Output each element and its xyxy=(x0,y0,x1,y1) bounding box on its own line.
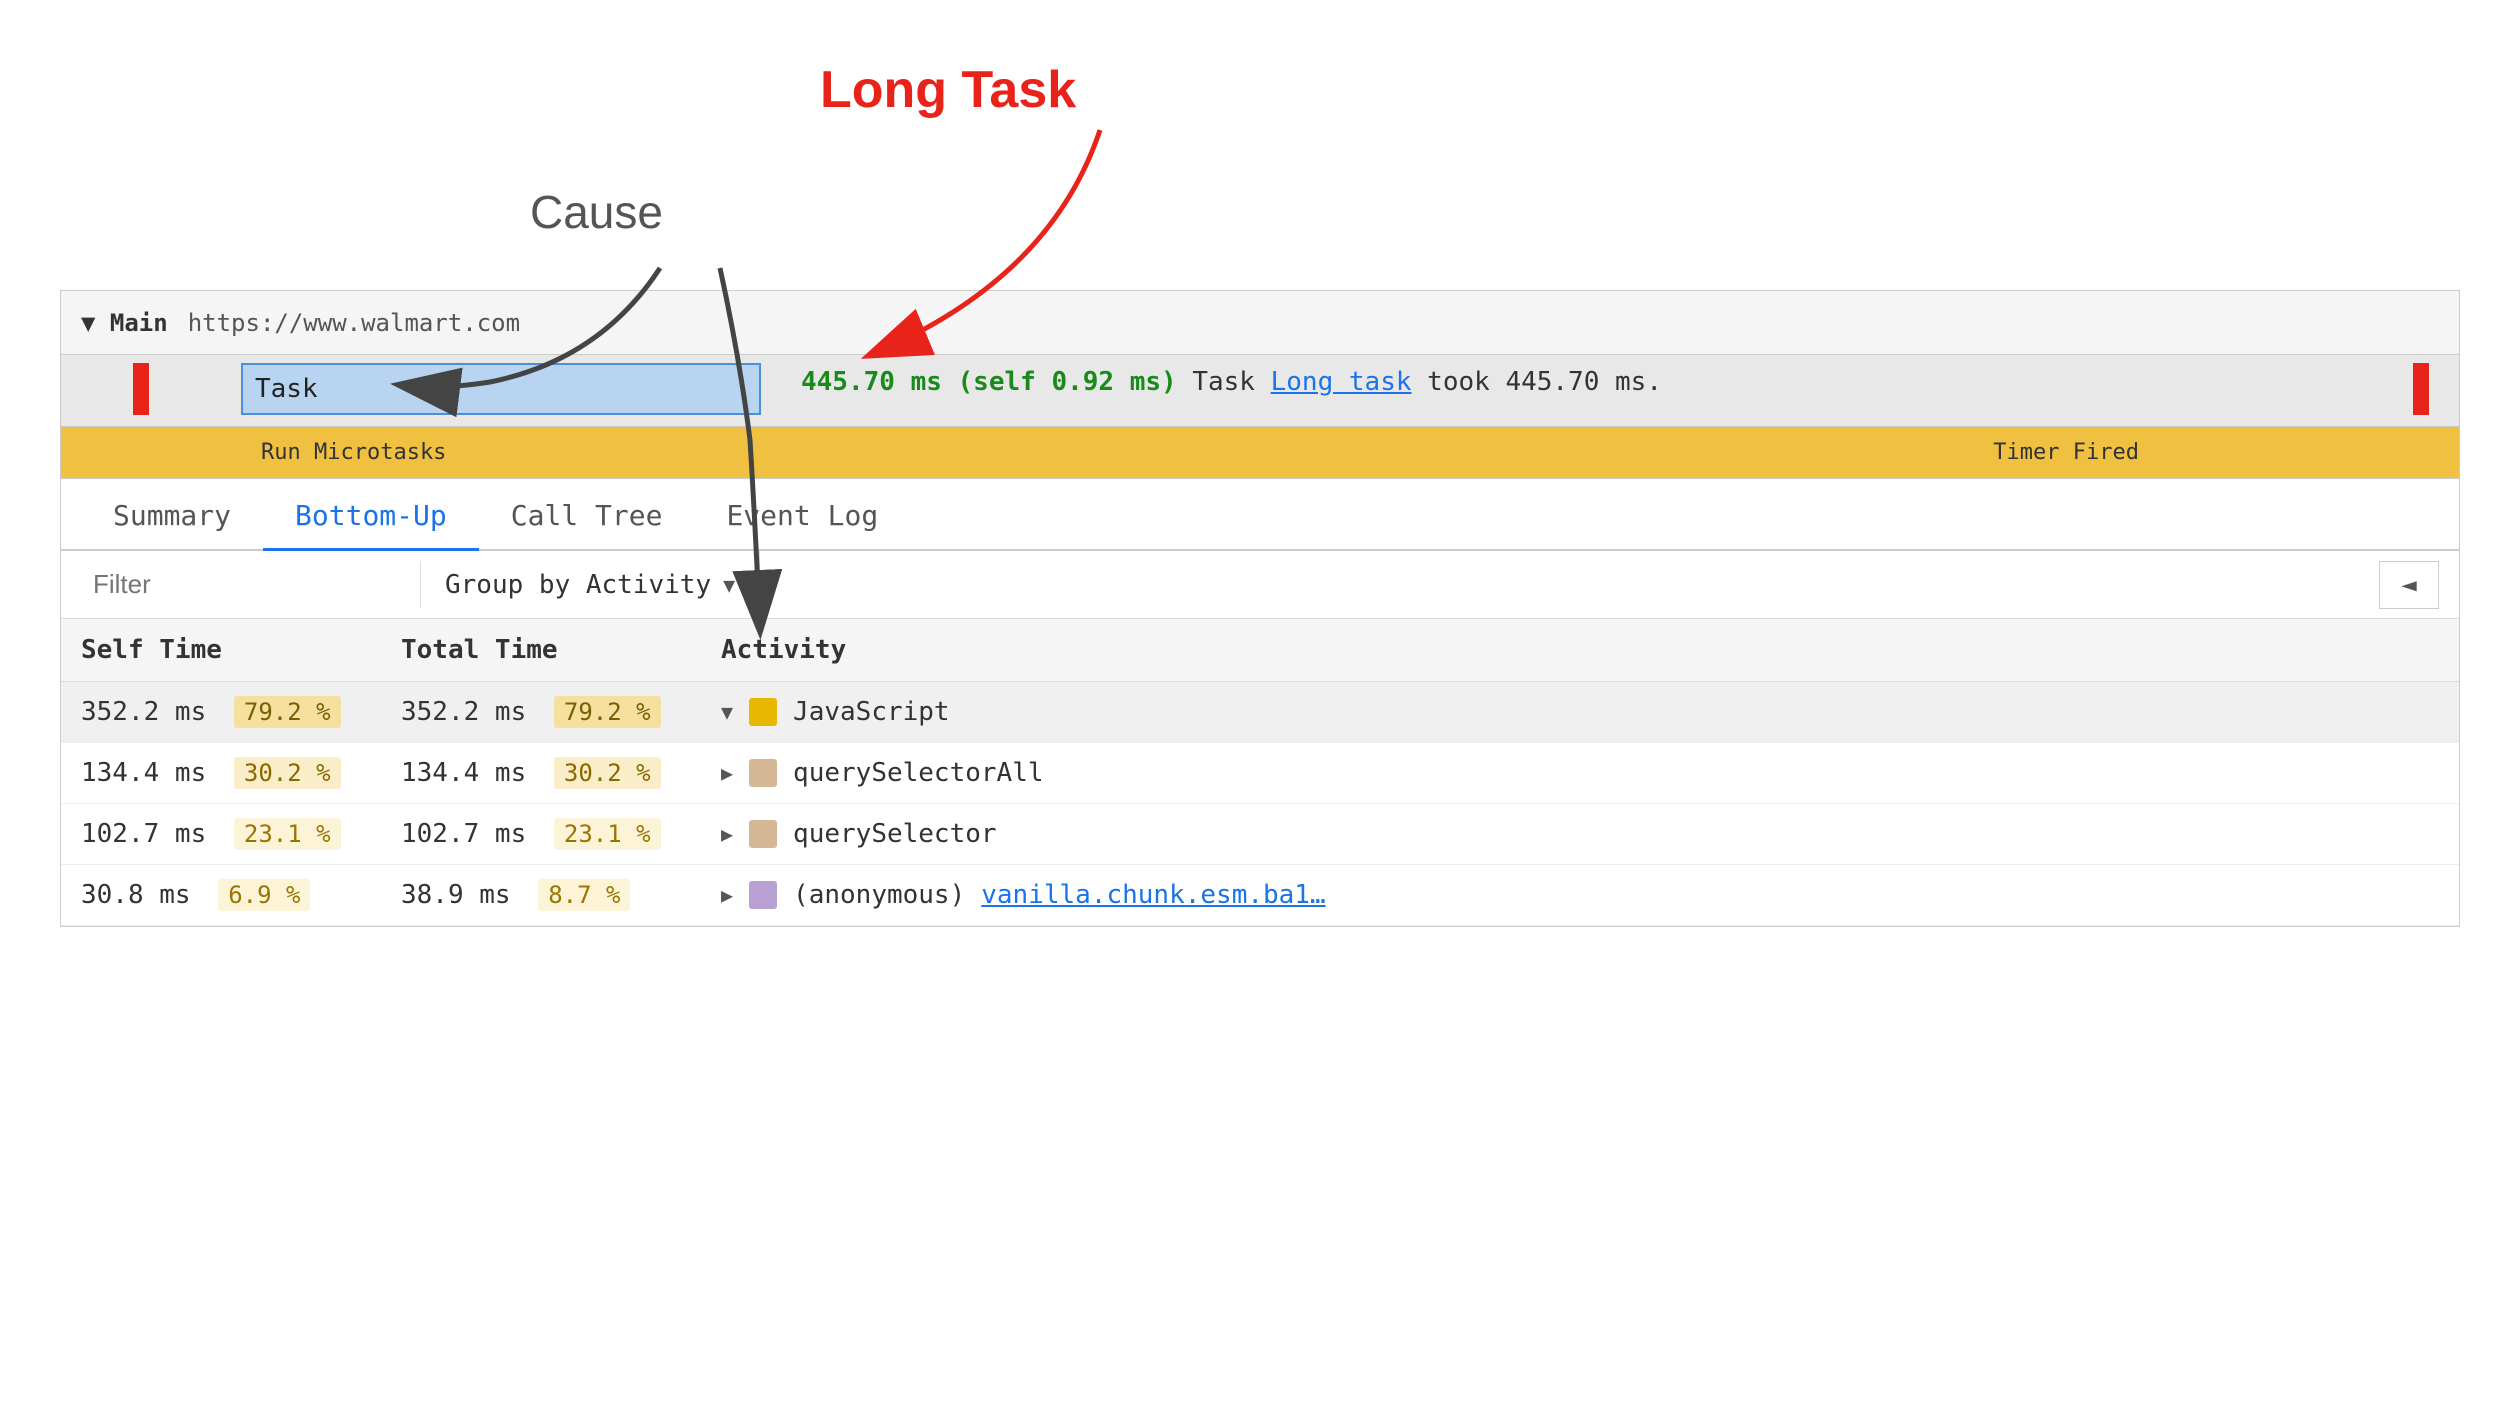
timer-fired-label: Timer Fired xyxy=(1993,440,2139,465)
table-row[interactable]: 30.8 ms 6.9 % 38.9 ms 8.7 % ▶ (anonymous… xyxy=(61,865,2459,926)
main-thread-label: ▼ Main xyxy=(81,309,168,337)
mini-task-label: Run Microtasks xyxy=(261,440,446,465)
cell-activity-0: ▼ JavaScript xyxy=(701,682,2459,743)
expand-btn-3[interactable]: ▶ xyxy=(721,883,733,907)
activity-name-0: JavaScript xyxy=(793,697,950,727)
tabs-row: Summary Bottom-Up Call Tree Event Log xyxy=(61,479,2459,551)
col-header-total-time: Total Time xyxy=(381,619,701,682)
activity-swatch-0 xyxy=(749,698,777,726)
tab-event-log[interactable]: Event Log xyxy=(694,483,910,551)
table-row[interactable]: 352.2 ms 79.2 % 352.2 ms 79.2 % ▼ JavaSc… xyxy=(61,682,2459,743)
cell-self-time-3: 30.8 ms 6.9 % xyxy=(61,865,381,926)
self-pct-badge-1: 30.2 % xyxy=(234,757,341,789)
task-timing-info: 445.70 ms (self 0.92 ms) Task Long task … xyxy=(801,367,1662,397)
total-pct-badge-3: 8.7 % xyxy=(538,879,630,911)
timing-value: 445.70 ms (self 0.92 ms) xyxy=(801,367,1177,397)
group-by-dropdown[interactable]: Group by Activity ▼ xyxy=(421,551,760,618)
tab-bottom-up[interactable]: Bottom-Up xyxy=(263,483,479,551)
mini-tasks-row: Run Microtasks Timer Fired xyxy=(61,427,2459,479)
task-word: Task xyxy=(1192,367,1270,397)
cell-total-time-1: 134.4 ms 30.2 % xyxy=(381,743,701,804)
activity-swatch-3 xyxy=(749,881,777,909)
activity-swatch-1 xyxy=(749,759,777,787)
col-header-activity: Activity xyxy=(701,619,2459,682)
tab-summary[interactable]: Summary xyxy=(81,483,263,551)
filter-input[interactable] xyxy=(81,561,421,608)
duration-text: took 445.70 ms. xyxy=(1427,367,1662,397)
page-url: https://www.walmart.com xyxy=(188,309,520,337)
long-task-link[interactable]: Long task xyxy=(1271,367,1412,397)
activity-swatch-2 xyxy=(749,820,777,848)
table-row[interactable]: 134.4 ms 30.2 % 134.4 ms 30.2 % ▶ queryS… xyxy=(61,743,2459,804)
task-block[interactable]: Task xyxy=(241,363,761,415)
total-pct-badge-1: 30.2 % xyxy=(554,757,661,789)
expand-btn-0[interactable]: ▼ xyxy=(721,700,733,724)
cell-total-time-2: 102.7 ms 23.1 % xyxy=(381,804,701,865)
table-header-row: Self Time Total Time Activity xyxy=(61,619,2459,682)
expand-btn-1[interactable]: ▶ xyxy=(721,761,733,785)
self-pct-badge-3: 6.9 % xyxy=(218,879,310,911)
filter-row: Group by Activity ▼ ◄ xyxy=(61,551,2459,619)
cell-self-time-2: 102.7 ms 23.1 % xyxy=(61,804,381,865)
cell-self-time-0: 352.2 ms 79.2 % xyxy=(61,682,381,743)
activity-link-3[interactable]: vanilla.chunk.esm.ba1… xyxy=(981,880,1325,910)
red-flag-right xyxy=(2413,363,2429,415)
bottom-up-table: Self Time Total Time Activity 352.2 ms 7… xyxy=(61,619,2459,926)
group-by-label: Group by Activity xyxy=(445,570,711,600)
long-task-annotation: Long Task xyxy=(820,60,1076,120)
total-pct-badge-2: 23.1 % xyxy=(554,818,661,850)
task-block-label: Task xyxy=(255,374,318,404)
task-row: Task 445.70 ms (self 0.92 ms) Task Long … xyxy=(61,355,2459,427)
cell-total-time-0: 352.2 ms 79.2 % xyxy=(381,682,701,743)
expand-btn-2[interactable]: ▶ xyxy=(721,822,733,846)
self-pct-badge-0: 79.2 % xyxy=(234,696,341,728)
panel-toggle-button[interactable]: ◄ xyxy=(2379,561,2439,609)
activity-name-1: querySelectorAll xyxy=(793,758,1043,788)
activity-name-3: (anonymous) xyxy=(793,880,965,910)
col-header-self-time: Self Time xyxy=(61,619,381,682)
total-pct-badge-0: 79.2 % xyxy=(554,696,661,728)
cell-activity-1: ▶ querySelectorAll xyxy=(701,743,2459,804)
cell-activity-3: ▶ (anonymous) vanilla.chunk.esm.ba1… xyxy=(701,865,2459,926)
tab-call-tree[interactable]: Call Tree xyxy=(479,483,695,551)
cause-annotation: Cause xyxy=(530,185,663,239)
dropdown-arrow-icon: ▼ xyxy=(723,573,735,597)
table-row[interactable]: 102.7 ms 23.1 % 102.7 ms 23.1 % ▶ queryS… xyxy=(61,804,2459,865)
self-pct-badge-2: 23.1 % xyxy=(234,818,341,850)
cell-total-time-3: 38.9 ms 8.7 % xyxy=(381,865,701,926)
red-flag-left xyxy=(133,363,149,415)
timeline-header-bar: ▼ Main https://www.walmart.com xyxy=(61,291,2459,355)
devtools-panel: ▼ Main https://www.walmart.com Task 445.… xyxy=(60,290,2460,927)
activity-name-2: querySelector xyxy=(793,819,997,849)
cell-self-time-1: 134.4 ms 30.2 % xyxy=(61,743,381,804)
cell-activity-2: ▶ querySelector xyxy=(701,804,2459,865)
